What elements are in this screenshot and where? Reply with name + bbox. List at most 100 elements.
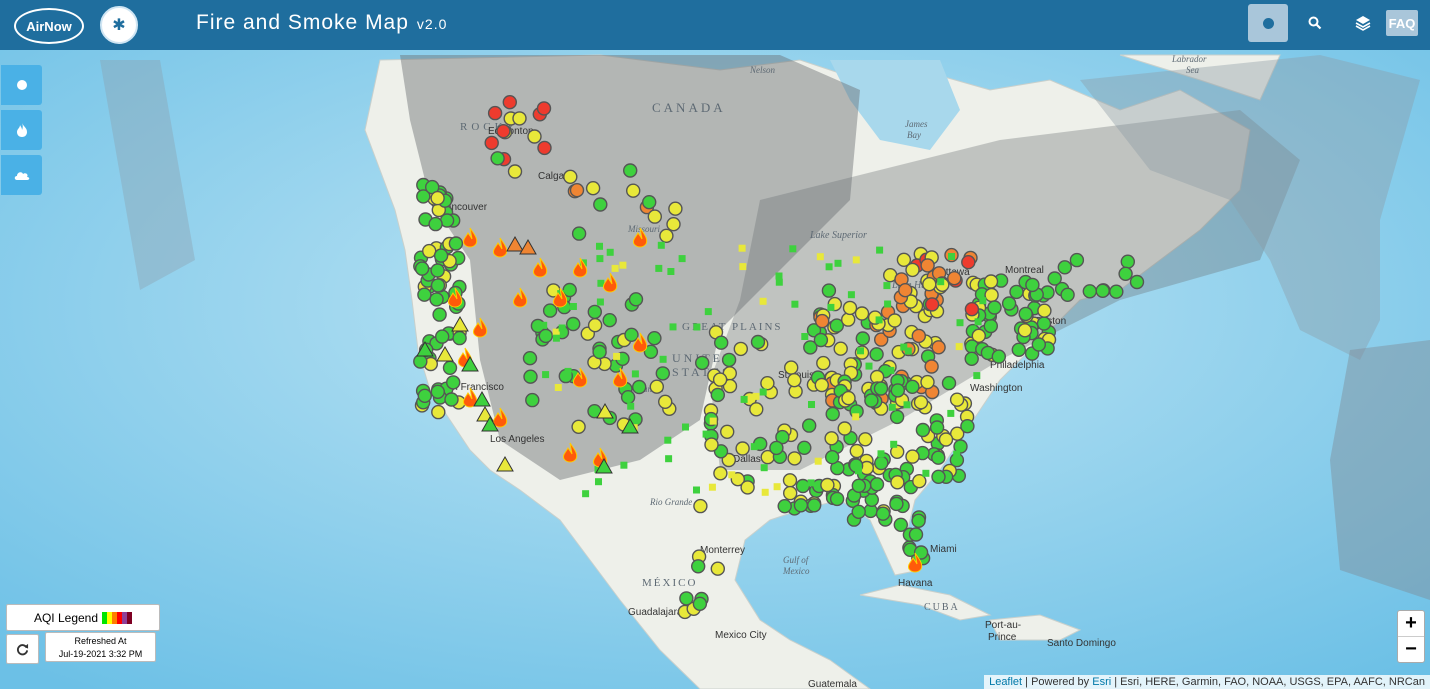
sensor-marker[interactable] xyxy=(852,413,860,421)
aqi-monitor-marker[interactable] xyxy=(710,387,725,403)
aqi-monitor-marker[interactable] xyxy=(842,300,858,316)
aqi-monitor-marker[interactable] xyxy=(869,347,884,362)
aqi-monitor-marker[interactable] xyxy=(649,379,664,394)
sensor-marker[interactable] xyxy=(903,401,911,409)
aqi-monitor-marker[interactable] xyxy=(536,101,552,116)
sensor-marker[interactable] xyxy=(956,319,964,327)
aqi-monitor-marker[interactable] xyxy=(704,437,719,452)
sensor-marker[interactable] xyxy=(807,479,815,487)
aqi-monitor-marker[interactable] xyxy=(527,129,542,144)
sensor-marker[interactable] xyxy=(631,370,639,378)
sensor-marker[interactable] xyxy=(847,291,855,299)
aqi-monitor-marker[interactable] xyxy=(825,450,840,465)
aqi-monitor-marker[interactable] xyxy=(824,431,839,446)
aqi-monitor-marker[interactable] xyxy=(714,335,729,350)
aqi-monitor-marker[interactable] xyxy=(938,432,954,447)
aqi-monitor-marker[interactable] xyxy=(875,506,891,521)
aqi-monitor-marker[interactable] xyxy=(512,111,527,126)
sensor-marker[interactable] xyxy=(542,371,550,379)
aqi-legend-button[interactable]: AQI Legend xyxy=(6,604,160,631)
aqi-monitor-marker[interactable] xyxy=(815,313,830,329)
aqi-monitor-marker[interactable] xyxy=(1001,296,1017,311)
aqi-monitor-marker[interactable] xyxy=(920,374,935,390)
aqi-monitor-marker[interactable] xyxy=(851,478,866,493)
sensor-marker[interactable] xyxy=(669,323,677,331)
aqi-monitor-marker[interactable] xyxy=(433,248,449,263)
aqi-monitor-marker[interactable] xyxy=(782,473,798,488)
aqi-monitor-marker[interactable] xyxy=(890,383,905,398)
sensor-marker[interactable] xyxy=(888,403,896,411)
sensor-marker[interactable] xyxy=(759,388,767,396)
aqi-monitor-marker[interactable] xyxy=(987,300,1002,315)
sensor-marker[interactable] xyxy=(678,255,686,263)
aqi-monitor-marker[interactable] xyxy=(825,406,840,422)
zoom-out-button[interactable]: − xyxy=(1398,636,1424,662)
sensor-marker[interactable] xyxy=(667,268,675,275)
aqi-monitor-marker[interactable] xyxy=(960,419,975,434)
sensor-marker[interactable] xyxy=(704,308,712,316)
aqi-monitor-marker[interactable] xyxy=(890,475,905,490)
aqi-monitor-marker[interactable] xyxy=(417,287,432,302)
aqi-monitor-marker[interactable] xyxy=(893,517,908,532)
aqi-monitor-marker[interactable] xyxy=(571,419,586,434)
aqi-monitor-marker[interactable] xyxy=(931,450,946,465)
aqi-monitor-marker[interactable] xyxy=(522,351,538,366)
aqi-monitor-marker[interactable] xyxy=(1129,274,1145,290)
aqi-monitor-marker[interactable] xyxy=(448,236,464,251)
aqi-monitor-marker[interactable] xyxy=(787,373,802,388)
esri-link[interactable]: Esri xyxy=(1092,676,1111,688)
sensor-marker[interactable] xyxy=(808,401,815,408)
aqi-monitor-marker[interactable] xyxy=(720,424,735,439)
aqi-monitor-marker[interactable] xyxy=(587,318,603,333)
leaflet-link[interactable]: Leaflet xyxy=(989,676,1022,688)
sensor-marker[interactable] xyxy=(816,253,824,261)
sensor-marker[interactable] xyxy=(953,450,961,458)
sensor-marker[interactable] xyxy=(740,395,748,403)
aqi-monitor-marker[interactable] xyxy=(542,303,558,318)
aqi-monitor-marker[interactable] xyxy=(1036,316,1052,331)
sensor-marker[interactable] xyxy=(611,264,619,272)
aqi-monitor-marker[interactable] xyxy=(911,513,926,528)
aqi-monitor-marker[interactable] xyxy=(833,341,848,356)
sensor-marker[interactable] xyxy=(883,282,891,290)
aqi-monitor-marker[interactable] xyxy=(849,443,864,459)
aqi-monitor-marker[interactable] xyxy=(787,451,802,466)
aqi-monitor-marker[interactable] xyxy=(658,394,673,409)
aqi-monitor-marker[interactable] xyxy=(797,440,812,455)
aqi-monitor-marker[interactable] xyxy=(841,312,856,327)
sensor-marker[interactable] xyxy=(665,455,673,463)
sidebar-monitors-button[interactable] xyxy=(1,65,42,105)
sensor-marker[interactable] xyxy=(750,443,758,451)
sensor-marker[interactable] xyxy=(682,423,689,431)
sensor-marker[interactable] xyxy=(922,469,930,477)
aqi-monitor-marker[interactable] xyxy=(983,274,999,289)
sensor-marker[interactable] xyxy=(876,246,884,254)
sensor-marker[interactable] xyxy=(865,362,873,370)
aqi-monitor-marker[interactable] xyxy=(760,376,775,391)
sensor-marker[interactable] xyxy=(552,334,560,342)
sensor-marker[interactable] xyxy=(761,488,769,496)
aqi-monitor-marker[interactable] xyxy=(841,390,856,406)
aqi-monitor-marker[interactable] xyxy=(905,449,920,464)
sensor-marker[interactable] xyxy=(693,323,701,331)
refresh-button[interactable] xyxy=(6,634,39,664)
sensor-marker[interactable] xyxy=(552,328,560,336)
aqi-monitor-marker[interactable] xyxy=(889,409,905,425)
sensor-marker[interactable] xyxy=(540,321,548,329)
aqi-monitor-marker[interactable] xyxy=(735,441,750,456)
aqi-monitor-marker[interactable] xyxy=(813,332,829,348)
aqi-monitor-marker[interactable] xyxy=(1069,252,1085,268)
aqi-monitor-marker[interactable] xyxy=(414,261,430,276)
aqi-monitor-marker[interactable] xyxy=(417,388,432,403)
sidebar-fire-button[interactable] xyxy=(1,110,42,150)
sensor-marker[interactable] xyxy=(595,478,602,486)
aqi-monitor-marker[interactable] xyxy=(432,307,447,322)
sidebar-smoke-button[interactable] xyxy=(1,155,42,195)
sensor-marker[interactable] xyxy=(947,409,955,417)
sensor-marker[interactable] xyxy=(827,303,835,311)
sensor-marker[interactable] xyxy=(596,255,604,263)
aqi-monitor-marker[interactable] xyxy=(693,498,708,514)
sensor-marker[interactable] xyxy=(558,324,566,332)
aqi-monitor-marker[interactable] xyxy=(913,395,929,410)
aqi-monitor-marker[interactable] xyxy=(430,384,445,399)
